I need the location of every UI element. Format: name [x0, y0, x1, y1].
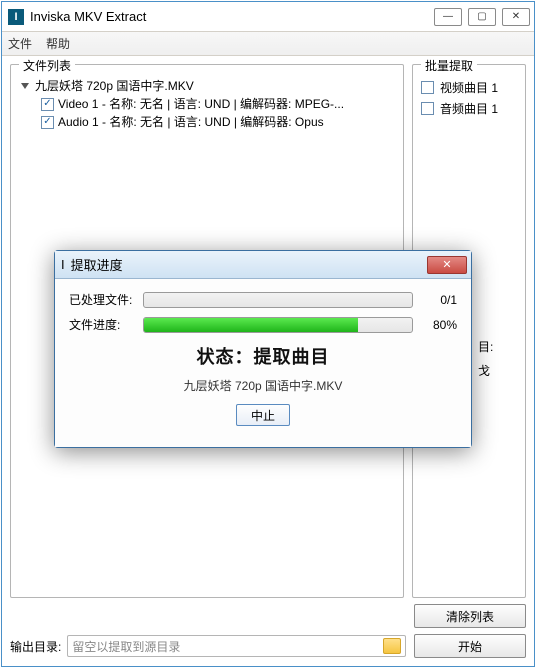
- processed-progressbar: [143, 292, 413, 308]
- app-icon: I: [8, 9, 24, 25]
- action-buttons: 清除列表 开始: [414, 604, 526, 658]
- output-row: 输出目录: 留空以提取到源目录: [10, 634, 406, 658]
- menu-help[interactable]: 帮助: [46, 35, 70, 52]
- bottom-area: 输出目录: 留空以提取到源目录 清除列表 开始: [10, 604, 526, 658]
- menubar: 文件 帮助: [2, 32, 534, 56]
- file-list-title: 文件列表: [19, 57, 75, 74]
- status-line: 状态：提取曲目: [69, 343, 457, 369]
- app-icon: I: [61, 257, 65, 272]
- checkbox[interactable]: [41, 116, 54, 129]
- titlebar[interactable]: I Inviska MKV Extract — ▢ ✕: [2, 2, 534, 32]
- file-progressbar: [143, 317, 413, 333]
- output-dir-input[interactable]: 留空以提取到源目录: [67, 635, 406, 657]
- expand-icon[interactable]: [21, 83, 29, 89]
- batch-item[interactable]: 音频曲目 1: [421, 98, 517, 119]
- output-label: 输出目录:: [10, 638, 61, 655]
- batch-item-label: 视频曲目 1: [440, 79, 498, 96]
- dialog-titlebar[interactable]: I 提取进度 ✕: [55, 251, 471, 279]
- window-buttons: — ▢ ✕: [434, 8, 530, 26]
- dialog-title: 提取进度: [71, 255, 123, 274]
- track-label: Video 1 - 名称: 无名 | 语言: UND | 编解码器: MPEG-…: [58, 95, 344, 113]
- status-prefix: 状态：: [197, 347, 254, 367]
- window-title: Inviska MKV Extract: [30, 9, 434, 24]
- processed-row: 已处理文件: 0/1: [69, 291, 457, 308]
- checkbox[interactable]: [41, 98, 54, 111]
- dialog-body: 已处理文件: 0/1 文件进度: 80% 状态：提取曲目 九层妖塔 720p 国…: [55, 279, 471, 447]
- file-progress-fill: [144, 318, 358, 332]
- maximize-button[interactable]: ▢: [468, 8, 496, 26]
- output-placeholder: 留空以提取到源目录: [72, 638, 180, 655]
- tree-track-item[interactable]: Video 1 - 名称: 无名 | 语言: UND | 编解码器: MPEG-…: [19, 95, 395, 113]
- dialog-close-button[interactable]: ✕: [427, 256, 467, 274]
- file-progress-value: 80%: [421, 318, 457, 332]
- current-file: 九层妖塔 720p 国语中字.MKV: [69, 377, 457, 394]
- obscured-text: 目:: [478, 338, 493, 355]
- output-row-wrap: 输出目录: 留空以提取到源目录: [10, 634, 406, 658]
- abort-button[interactable]: 中止: [236, 404, 290, 426]
- dialog-button-row: 中止: [69, 404, 457, 426]
- processed-value: 0/1: [421, 293, 457, 307]
- tree-root-label: 九层妖塔 720p 国语中字.MKV: [35, 77, 194, 95]
- menu-file[interactable]: 文件: [8, 35, 32, 52]
- folder-icon[interactable]: [383, 638, 401, 654]
- clear-list-button[interactable]: 清除列表: [414, 604, 526, 628]
- file-progress-label: 文件进度:: [69, 316, 135, 333]
- minimize-button[interactable]: —: [434, 8, 462, 26]
- batch-item[interactable]: 视频曲目 1: [421, 77, 517, 98]
- checkbox[interactable]: [421, 81, 434, 94]
- processed-label: 已处理文件:: [69, 291, 135, 308]
- obscured-text: 戈: [478, 362, 490, 379]
- start-button[interactable]: 开始: [414, 634, 526, 658]
- status-text: 提取曲目: [254, 347, 330, 367]
- tree-track-item[interactable]: Audio 1 - 名称: 无名 | 语言: UND | 编解码器: Opus: [19, 113, 395, 131]
- batch-item-label: 音频曲目 1: [440, 100, 498, 117]
- file-progress-row: 文件进度: 80%: [69, 316, 457, 333]
- progress-dialog: I 提取进度 ✕ 已处理文件: 0/1 文件进度: 80% 状态：提取曲目 九层…: [54, 250, 472, 448]
- checkbox[interactable]: [421, 102, 434, 115]
- close-button[interactable]: ✕: [502, 8, 530, 26]
- batch-title: 批量提取: [421, 57, 477, 74]
- track-label: Audio 1 - 名称: 无名 | 语言: UND | 编解码器: Opus: [58, 113, 324, 131]
- tree-root-item[interactable]: 九层妖塔 720p 国语中字.MKV: [19, 77, 395, 95]
